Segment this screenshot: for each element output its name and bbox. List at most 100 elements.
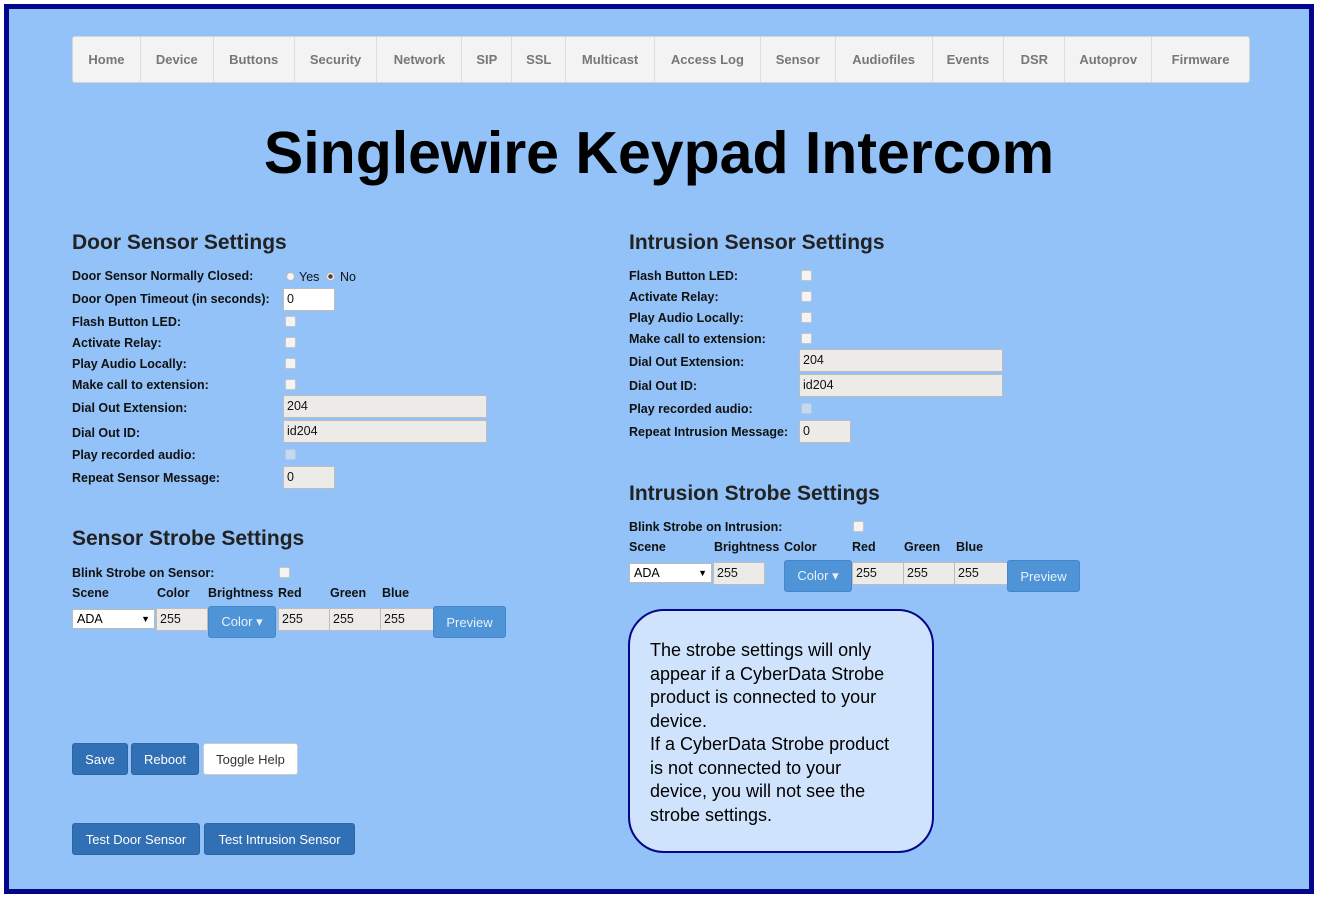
intrusion-dial-id-label: Dial Out ID: bbox=[629, 379, 698, 393]
nav-dsr[interactable]: DSR bbox=[1004, 37, 1066, 82]
nav-sensor[interactable]: Sensor bbox=[761, 37, 836, 82]
intrusion-repeat-input[interactable]: 0 bbox=[799, 420, 851, 443]
intrusion-preview-button[interactable]: Preview bbox=[1007, 560, 1080, 592]
sensor-preview-button[interactable]: Preview bbox=[433, 606, 506, 638]
intrusion-brightness-input[interactable]: 255 bbox=[713, 562, 765, 585]
nav-device[interactable]: Device bbox=[141, 37, 214, 82]
help-text-line: If a CyberData Strobe product bbox=[650, 734, 890, 754]
door-timeout-input[interactable]: 0 bbox=[283, 288, 335, 311]
intrusion-dial-ext-input[interactable]: 204 bbox=[799, 349, 1003, 372]
intrusion-dial-ext-label: Dial Out Extension: bbox=[629, 355, 745, 369]
sensor-color-button[interactable]: Color ▾ bbox=[208, 606, 276, 638]
door-normally-closed-yes-radio[interactable] bbox=[286, 272, 295, 281]
intrusion-green-input[interactable]: 255 bbox=[903, 562, 955, 585]
sensor-col-color: Color bbox=[157, 586, 190, 600]
nav-buttons[interactable]: Buttons bbox=[214, 37, 295, 82]
intrusion-play-local-checkbox[interactable] bbox=[801, 312, 812, 323]
door-normally-closed-no-radio[interactable] bbox=[326, 272, 335, 281]
sensor-red-input[interactable]: 255 bbox=[278, 608, 330, 631]
door-relay-label: Activate Relay: bbox=[72, 336, 162, 350]
nav-security[interactable]: Security bbox=[295, 37, 378, 82]
door-normally-closed-label: Door Sensor Normally Closed: bbox=[72, 269, 254, 283]
nav-events[interactable]: Events bbox=[933, 37, 1005, 82]
nav-access-log[interactable]: Access Log bbox=[655, 37, 761, 82]
door-dial-id-input[interactable]: id204 bbox=[283, 420, 487, 443]
intrusion-col-blue: Blue bbox=[956, 540, 984, 554]
sensor-scene-value: ADA bbox=[77, 612, 103, 626]
sensor-blink-checkbox[interactable] bbox=[279, 567, 290, 578]
help-text-line: appear if a CyberData Strobe bbox=[650, 663, 885, 684]
chevron-down-icon: ▼ bbox=[698, 568, 707, 578]
intrusion-flash-label: Flash Button LED: bbox=[629, 269, 739, 283]
sensor-col-green: Green bbox=[330, 586, 367, 600]
sensor-brightness-input[interactable]: 255 bbox=[156, 608, 208, 631]
nav-home[interactable]: Home bbox=[73, 37, 141, 82]
door-dial-id-label: Dial Out ID: bbox=[72, 426, 141, 440]
nav-ssl[interactable]: SSL bbox=[512, 37, 567, 82]
sensor-col-blue: Blue bbox=[382, 586, 410, 600]
intrusion-play-recorded-checkbox[interactable] bbox=[801, 403, 812, 414]
chevron-down-icon: ▼ bbox=[141, 614, 150, 624]
page-frame: Home Device Buttons Security Network SIP… bbox=[4, 4, 1314, 894]
help-text-line: is not connected to your bbox=[650, 757, 842, 778]
sensor-blue-input[interactable]: 255 bbox=[380, 608, 434, 631]
intrusion-make-call-checkbox[interactable] bbox=[801, 333, 812, 344]
door-flash-checkbox[interactable] bbox=[285, 316, 296, 327]
door-dial-ext-label: Dial Out Extension: bbox=[72, 401, 188, 415]
reboot-button[interactable]: Reboot bbox=[131, 743, 199, 775]
intrusion-color-button[interactable]: Color ▾ bbox=[784, 560, 852, 592]
intrusion-flash-checkbox[interactable] bbox=[801, 270, 812, 281]
intrusion-blink-label: Blink Strobe on Intrusion: bbox=[629, 520, 783, 534]
intrusion-repeat-label: Repeat Intrusion Message: bbox=[629, 425, 789, 439]
intrusion-col-green: Green bbox=[904, 540, 941, 554]
door-play-recorded-checkbox[interactable] bbox=[285, 449, 296, 460]
nav-multicast[interactable]: Multicast bbox=[566, 37, 656, 82]
door-repeat-input[interactable]: 0 bbox=[283, 466, 335, 489]
nav-bar: Home Device Buttons Security Network SIP… bbox=[72, 36, 1250, 83]
intrusion-play-recorded-label: Play recorded audio: bbox=[629, 402, 753, 416]
intrusion-col-red: Red bbox=[852, 540, 876, 554]
door-no-label: No bbox=[340, 270, 356, 284]
door-play-recorded-label: Play recorded audio: bbox=[72, 448, 196, 462]
door-sensor-title: Door Sensor Settings bbox=[72, 231, 287, 254]
help-text-line: device, you will not see the bbox=[650, 781, 866, 801]
intrusion-dial-id-input[interactable]: id204 bbox=[799, 374, 1003, 397]
nav-firmware[interactable]: Firmware bbox=[1152, 37, 1249, 82]
page-title: Singlewire Keypad Intercom bbox=[263, 120, 1055, 186]
test-door-sensor-button[interactable]: Test Door Sensor bbox=[72, 823, 200, 855]
intrusion-blink-checkbox[interactable] bbox=[853, 521, 864, 532]
intrusion-blue-input[interactable]: 255 bbox=[954, 562, 1008, 585]
help-text-line: product is connected to your bbox=[650, 687, 877, 707]
help-text-line: device. bbox=[650, 710, 708, 731]
door-play-local-checkbox[interactable] bbox=[285, 358, 296, 369]
intrusion-scene-value: ADA bbox=[634, 566, 660, 580]
toggle-help-button[interactable]: Toggle Help bbox=[203, 743, 298, 775]
door-play-local-label: Play Audio Locally: bbox=[72, 357, 187, 371]
door-repeat-label: Repeat Sensor Message: bbox=[72, 471, 220, 485]
intrusion-red-input[interactable]: 255 bbox=[852, 562, 904, 585]
intrusion-col-color: Color bbox=[784, 540, 817, 554]
intrusion-strobe-title: Intrusion Strobe Settings bbox=[629, 482, 880, 505]
nav-autoprov[interactable]: Autoprov bbox=[1065, 37, 1153, 82]
sensor-col-brightness: Brightness bbox=[208, 586, 274, 600]
nav-audiofiles[interactable]: Audiofiles bbox=[836, 37, 933, 82]
help-text-line: The strobe settings will only bbox=[650, 640, 872, 660]
nav-sip[interactable]: SIP bbox=[462, 37, 513, 82]
sensor-col-scene: Scene bbox=[72, 586, 109, 600]
intrusion-make-call-label: Make call to extension: bbox=[629, 332, 766, 346]
test-intrusion-sensor-button[interactable]: Test Intrusion Sensor bbox=[204, 823, 355, 855]
nav-network[interactable]: Network bbox=[377, 37, 463, 82]
intrusion-relay-checkbox[interactable] bbox=[801, 291, 812, 302]
sensor-green-input[interactable]: 255 bbox=[329, 608, 381, 631]
door-make-call-checkbox[interactable] bbox=[285, 379, 296, 390]
help-bubble: The strobe settings will only appear if … bbox=[628, 609, 934, 853]
door-flash-label: Flash Button LED: bbox=[72, 315, 182, 329]
door-dial-ext-input[interactable]: 204 bbox=[283, 395, 487, 418]
sensor-scene-select[interactable]: ADA ▼ bbox=[72, 609, 155, 629]
intrusion-relay-label: Activate Relay: bbox=[629, 290, 719, 304]
intrusion-scene-select[interactable]: ADA ▼ bbox=[629, 563, 712, 583]
save-button[interactable]: Save bbox=[72, 743, 128, 775]
door-yes-label: Yes bbox=[299, 270, 320, 284]
door-relay-checkbox[interactable] bbox=[285, 337, 296, 348]
intrusion-play-local-label: Play Audio Locally: bbox=[629, 311, 744, 325]
